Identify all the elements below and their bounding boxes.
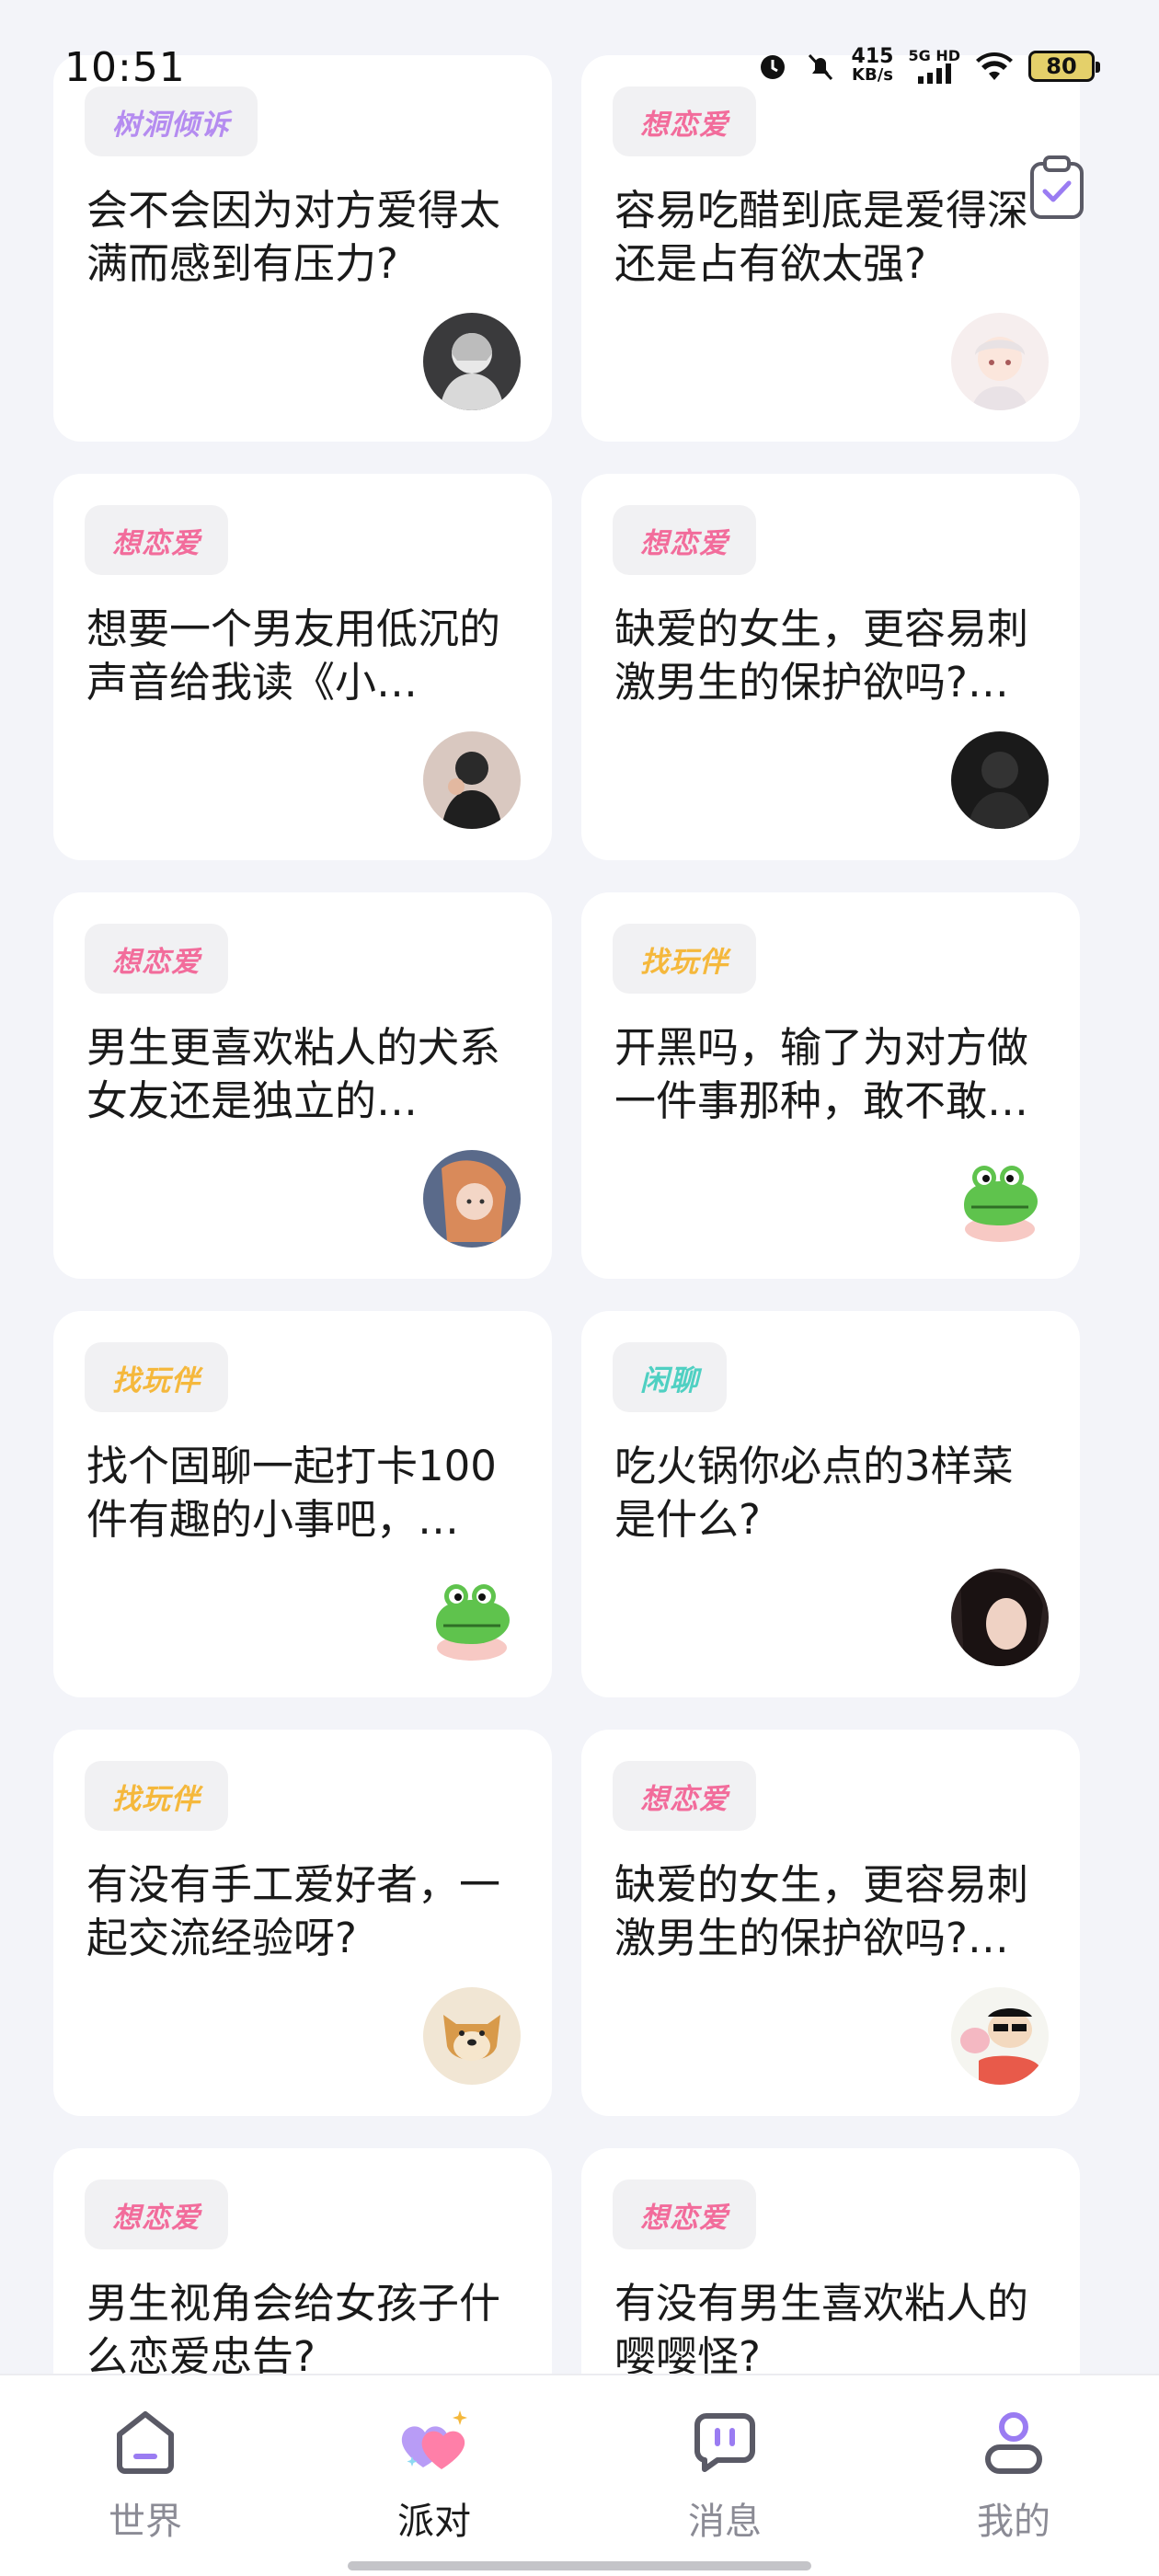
post-tag: 想恋爱	[85, 924, 228, 994]
signal-label: 5G HD	[908, 47, 960, 64]
avatar[interactable]	[423, 1150, 521, 1248]
post-title: 开黑吗，输了为对方做一件事那种，敢不敢…	[614, 1023, 1029, 1125]
post-title: 男生更喜欢粘人的犬系女友还是独立的…	[86, 1023, 501, 1125]
post-card[interactable]: 想恋爱 想要一个男友用低沉的声音给我读《小…	[53, 474, 552, 860]
post-tag: 找玩伴	[613, 924, 756, 994]
post-card[interactable]: 找玩伴 有没有手工爱好者，一起交流经验呀?	[53, 1730, 552, 2116]
post-card[interactable]: 找玩伴 找个固聊一起打卡100件有趣的小事吧，…	[53, 1311, 552, 1697]
crocodile-avatar[interactable]	[423, 1569, 521, 1666]
crocodile-avatar[interactable]	[951, 1150, 1049, 1248]
tab-label: 派对	[397, 2501, 471, 2543]
profile-icon	[985, 2412, 1042, 2474]
doge-avatar[interactable]	[423, 1987, 521, 2085]
avatar[interactable]	[951, 1569, 1049, 1666]
status-icons: 415 KB/s 5G HD 80	[756, 45, 1100, 85]
post-tag: 找玩伴	[85, 1761, 228, 1831]
tab-party[interactable]: 派对	[342, 2403, 526, 2545]
post-card[interactable]: 找玩伴 开黑吗，输了为对方做一件事那种，敢不敢…	[581, 892, 1080, 1279]
party-feed[interactable]: 树洞倾诉 会不会因为对方爱得太满而感到有压力? 想恋爱 容易吃醋到底是爱得深还是…	[0, 0, 1159, 2374]
tab-messages[interactable]: 消息	[633, 2403, 817, 2545]
bottom-tab-bar: 世界 派对 消息 我的	[0, 2374, 1159, 2576]
post-title: 缺爱的女生，更容易刺激男生的保护欲吗?…	[614, 1860, 1029, 1962]
status-bar: 10:51 415 KB/s 5G HD 80	[0, 0, 1159, 129]
post-title: 男生视角会给女孩子什么恋爱忠告?	[86, 2279, 501, 2374]
post-tag: 想恋爱	[85, 2179, 228, 2249]
post-tag: 想恋爱	[85, 505, 228, 575]
avatar[interactable]	[423, 313, 521, 410]
post-card[interactable]: 想恋爱 缺爱的女生，更容易刺激男生的保护欲吗?…	[581, 1730, 1080, 2116]
post-title: 有没有手工爱好者，一起交流经验呀?	[86, 1860, 501, 1962]
post-card[interactable]: 闲聊 吃火锅你必点的3样菜是什么?	[581, 1311, 1080, 1697]
post-card[interactable]: 想恋爱 男生视角会给女孩子什么恋爱忠告?	[53, 2148, 552, 2374]
post-card[interactable]: 想恋爱 男生更喜欢粘人的犬系女友还是独立的…	[53, 892, 552, 1279]
tab-label: 世界	[109, 2501, 182, 2543]
message-icon	[694, 2413, 755, 2472]
avatar[interactable]	[951, 313, 1049, 410]
net-speed-unit: KB/s	[852, 65, 893, 85]
party-hearts-icon	[401, 2410, 467, 2469]
cell-signal: 5G HD	[908, 49, 960, 84]
post-tag: 想恋爱	[613, 505, 756, 575]
tab-label: 我的	[977, 2501, 1050, 2543]
clipboard-check-icon[interactable]	[1028, 155, 1085, 221]
post-tag: 想恋爱	[613, 2179, 756, 2249]
mute-bell-icon	[808, 53, 832, 81]
tab-label: 消息	[688, 2501, 762, 2543]
post-tag: 想恋爱	[613, 1761, 756, 1831]
post-card[interactable]: 想恋爱 有没有男生喜欢粘人的嘤嘤怪?	[581, 2148, 1080, 2374]
tab-world[interactable]: 世界	[53, 2403, 237, 2545]
alarm-icon	[760, 55, 785, 79]
avatar[interactable]	[951, 731, 1049, 829]
post-title: 容易吃醋到底是爱得深还是占有欲太强?	[614, 186, 1029, 288]
post-title: 有没有男生喜欢粘人的嘤嘤怪?	[614, 2279, 1029, 2374]
cartoon-avatar[interactable]	[951, 1987, 1049, 2085]
post-title: 想要一个男友用低沉的声音给我读《小…	[86, 604, 501, 707]
post-tag: 找玩伴	[85, 1342, 228, 1412]
signal-bars-icon	[917, 63, 951, 84]
post-title: 吃火锅你必点的3样菜是什么?	[614, 1442, 1014, 1544]
post-title: 会不会因为对方爱得太满而感到有压力?	[86, 186, 501, 288]
tab-me[interactable]: 我的	[922, 2403, 1106, 2545]
home-icon	[117, 2411, 174, 2474]
net-speed: 415 KB/s	[851, 45, 894, 85]
post-title: 找个固聊一起打卡100件有趣的小事吧，…	[86, 1442, 497, 1544]
wifi-icon	[976, 52, 1013, 80]
battery-indicator: 80	[1028, 51, 1100, 82]
avatar[interactable]	[423, 731, 521, 829]
post-title: 缺爱的女生，更容易刺激男生的保护欲吗?…	[614, 604, 1029, 707]
status-time: 10:51	[64, 44, 186, 91]
home-indicator[interactable]	[348, 2561, 811, 2570]
net-speed-value: 415	[851, 45, 894, 68]
post-tag: 闲聊	[613, 1342, 727, 1412]
post-card[interactable]: 想恋爱 缺爱的女生，更容易刺激男生的保护欲吗?…	[581, 474, 1080, 860]
